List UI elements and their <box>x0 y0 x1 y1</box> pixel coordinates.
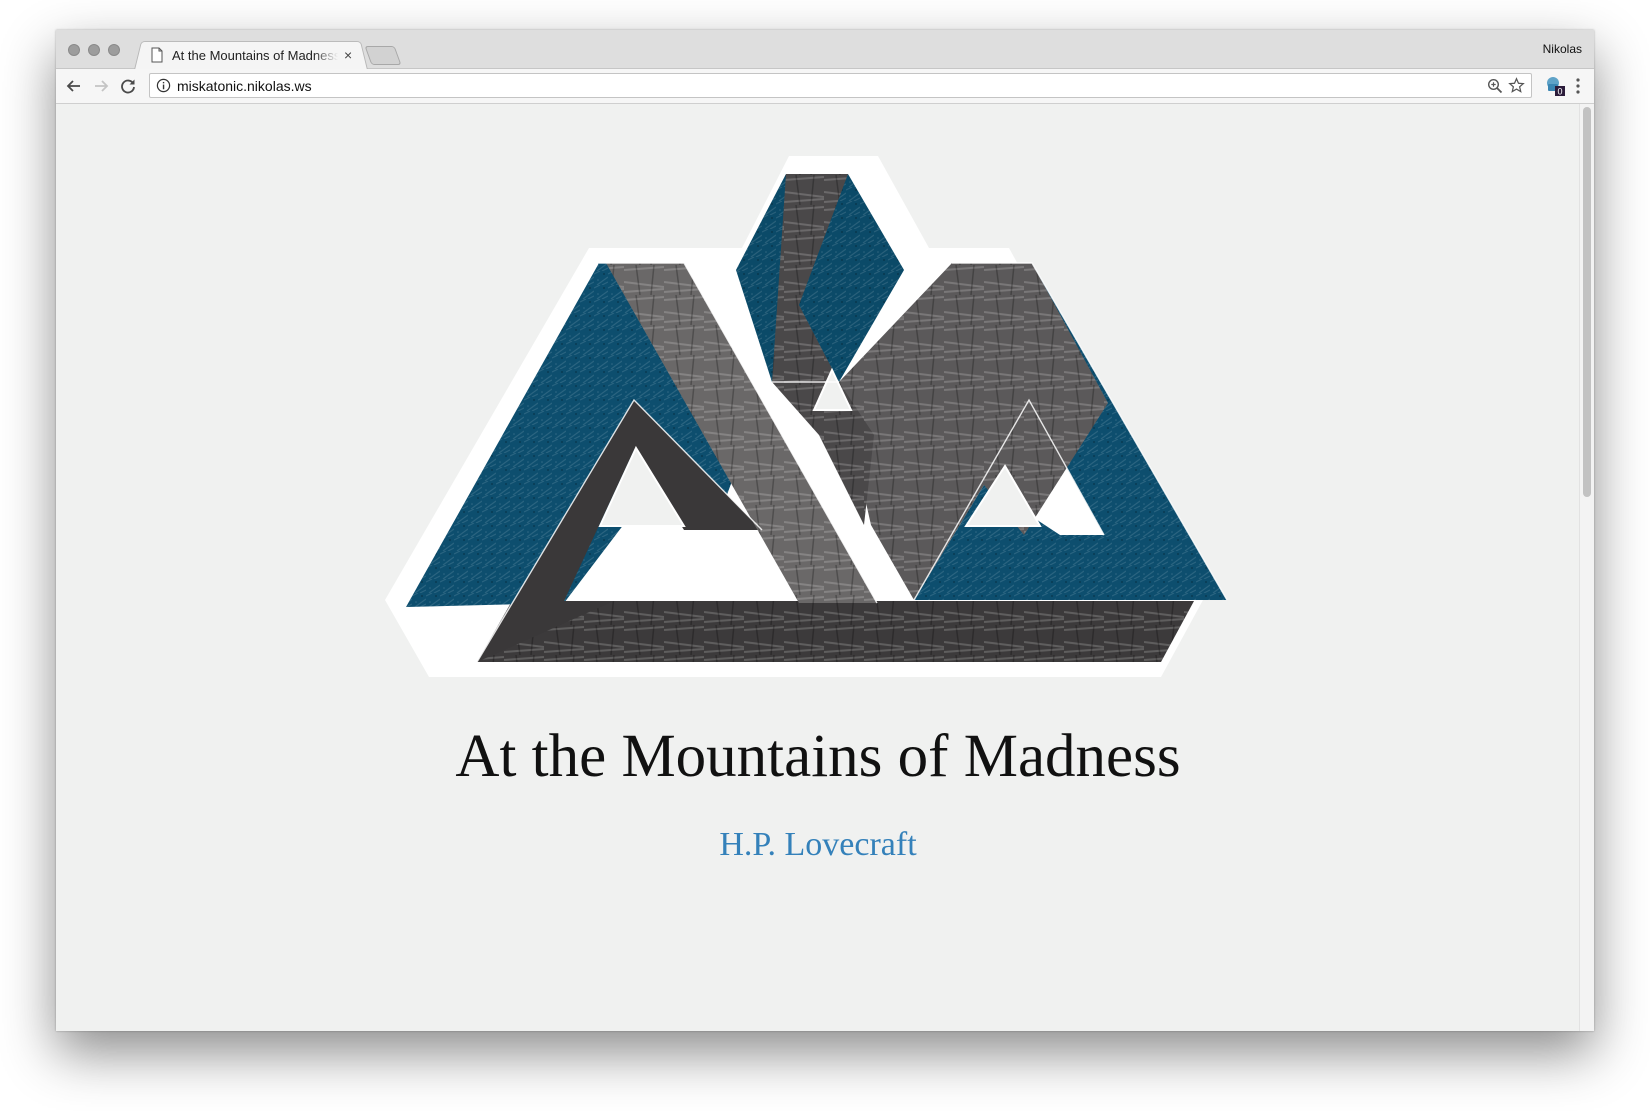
window-controls <box>68 44 120 56</box>
profile-name[interactable]: Nikolas <box>1543 42 1582 56</box>
scrollbar[interactable] <box>1579 104 1594 1031</box>
author-link[interactable]: H.P. Lovecraft <box>56 826 1580 864</box>
info-icon[interactable] <box>156 78 171 93</box>
zoom-window-button[interactable] <box>108 44 120 56</box>
page-content: At the Mountains of Madness H.P. Lovecra… <box>56 104 1580 1031</box>
reload-icon <box>121 79 135 94</box>
bookmark-star-icon[interactable] <box>1508 77 1525 94</box>
book-title: At the Mountains of Madness <box>455 723 1181 790</box>
active-tab-content[interactable]: At the Mountains of Madness × <box>142 43 366 67</box>
scrollbar-thumb[interactable] <box>1583 107 1591 497</box>
tab-strip: At the Mountains of Madness × Nikolas <box>56 30 1594 70</box>
tab-title: At the Mountains of Madness <box>172 47 338 63</box>
tab-close-icon[interactable]: × <box>344 48 352 62</box>
back-button[interactable] <box>64 76 84 96</box>
minimize-window-button[interactable] <box>88 44 100 56</box>
forward-button[interactable] <box>91 76 111 96</box>
browser-window: At the Mountains of Madness × Nikolas mi… <box>56 30 1594 1031</box>
address-bar[interactable] <box>149 73 1532 98</box>
page-icon <box>151 47 163 63</box>
close-window-button[interactable] <box>68 44 80 56</box>
mountains-logo <box>385 156 1228 677</box>
toolbar: 0 <box>56 69 1594 104</box>
menu-dots-icon[interactable] <box>1572 76 1584 96</box>
new-tab-button[interactable] <box>364 46 402 65</box>
zoom-icon[interactable] <box>1487 78 1503 94</box>
arrow-left-icon <box>66 80 80 92</box>
url-input[interactable] <box>177 78 1377 94</box>
arrow-right-icon <box>95 80 109 92</box>
extension-badge: 0 <box>1557 87 1562 97</box>
extension-icon[interactable]: 0 <box>1544 75 1566 97</box>
reload-button[interactable] <box>118 76 138 96</box>
